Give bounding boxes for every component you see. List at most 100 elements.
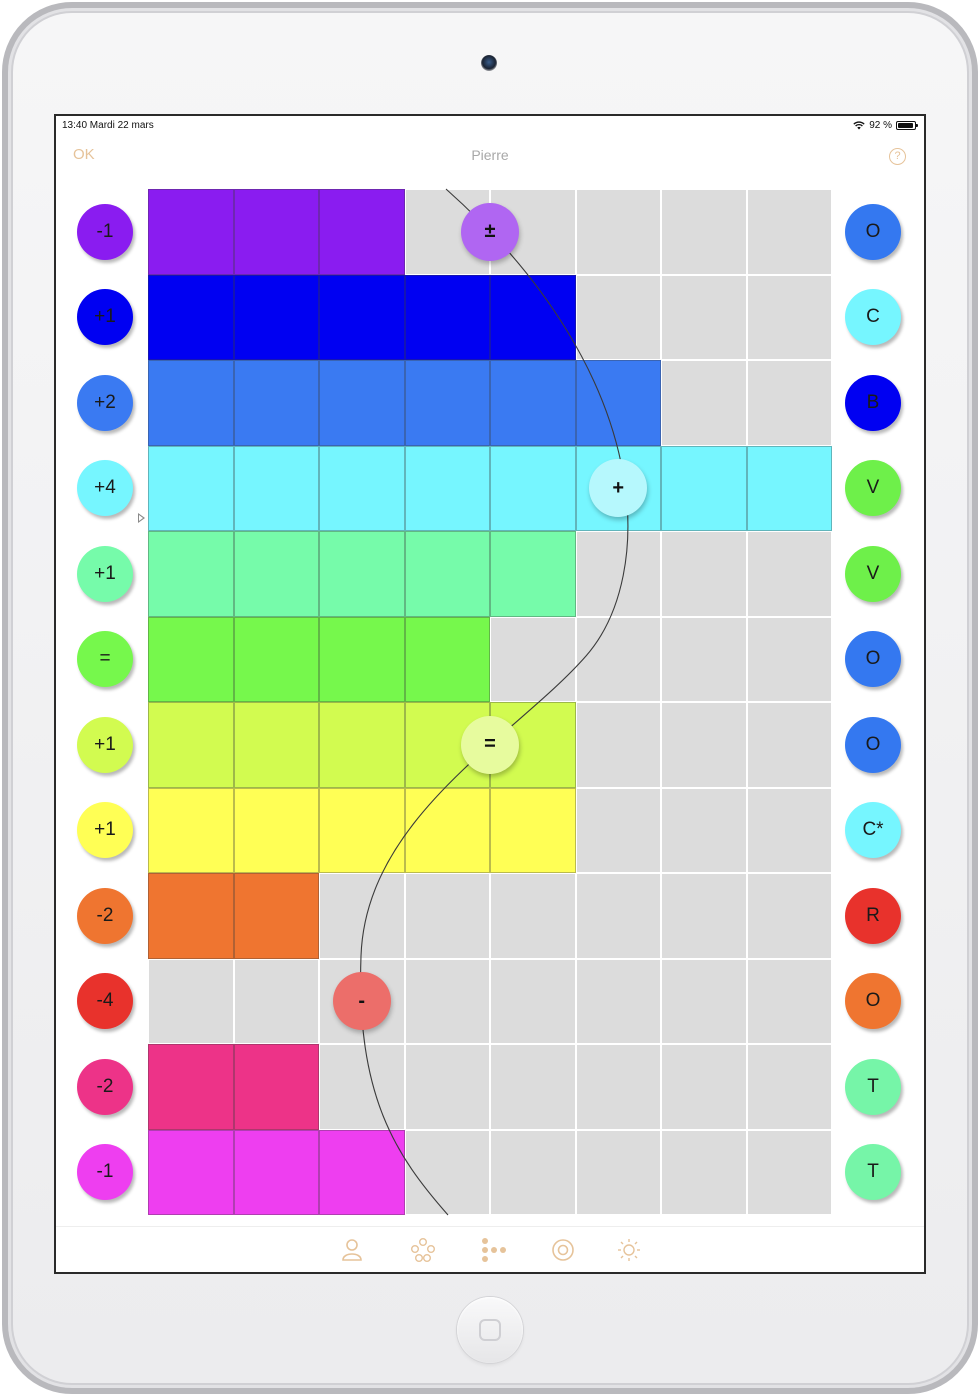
- grid-cell[interactable]: [661, 189, 747, 275]
- grid-cell[interactable]: [575, 702, 661, 788]
- grid-cell[interactable]: [575, 958, 661, 1044]
- grid-cell[interactable]: [575, 531, 661, 617]
- row-adjust-button[interactable]: -1: [77, 1144, 133, 1201]
- row-letter-button[interactable]: T: [845, 1058, 901, 1115]
- grid-cell[interactable]: [490, 274, 576, 360]
- grid-cell[interactable]: [490, 531, 576, 617]
- grid-cell[interactable]: [404, 445, 490, 531]
- row-adjust-button[interactable]: -2: [77, 1058, 133, 1115]
- grid-cell[interactable]: [490, 787, 576, 873]
- operator-marker[interactable]: =: [461, 715, 519, 774]
- grid-cell[interactable]: [746, 531, 832, 617]
- grid-cell[interactable]: [148, 274, 234, 360]
- grid-cell[interactable]: [575, 189, 661, 275]
- grid-cell[interactable]: [490, 1129, 576, 1215]
- grid-cell[interactable]: [319, 702, 405, 788]
- row-letter-button[interactable]: O: [845, 716, 901, 773]
- tab-sun-icon[interactable]: [616, 1237, 642, 1263]
- grid-cell[interactable]: [404, 787, 490, 873]
- grid-cell[interactable]: [490, 360, 576, 446]
- grid-cell[interactable]: [575, 873, 661, 959]
- grid-cell[interactable]: [746, 360, 832, 446]
- row-letter-button[interactable]: T: [845, 1144, 901, 1201]
- grid-cell[interactable]: [575, 1129, 661, 1215]
- grid-cell[interactable]: [661, 1044, 747, 1130]
- grid-cell[interactable]: [661, 702, 747, 788]
- grid-cell[interactable]: [319, 787, 405, 873]
- row-adjust-button[interactable]: -1: [77, 203, 133, 260]
- grid-cell[interactable]: [746, 958, 832, 1044]
- grid-cell[interactable]: [661, 445, 747, 531]
- tab-circles-icon[interactable]: [410, 1237, 436, 1263]
- grid-cell[interactable]: [746, 445, 832, 531]
- row-adjust-button[interactable]: +1: [77, 545, 133, 602]
- row-adjust-button[interactable]: -4: [77, 973, 133, 1030]
- operator-marker[interactable]: -: [332, 972, 391, 1031]
- row-adjust-button[interactable]: +1: [77, 802, 133, 859]
- grid-cell[interactable]: [148, 787, 234, 873]
- grid-cell[interactable]: [575, 616, 661, 702]
- row-letter-button[interactable]: V: [845, 545, 901, 602]
- grid-cell[interactable]: [148, 531, 234, 617]
- row-letter-button[interactable]: C: [845, 289, 901, 346]
- grid-cell[interactable]: [746, 787, 832, 873]
- grid-cell[interactable]: [661, 958, 747, 1044]
- grid-cell[interactable]: [148, 1129, 234, 1215]
- grid-cell[interactable]: [319, 360, 405, 446]
- row-adjust-button[interactable]: +2: [77, 374, 133, 431]
- grid-cell[interactable]: [233, 360, 319, 446]
- grid-cell[interactable]: [575, 274, 661, 360]
- help-icon[interactable]: ?: [889, 148, 906, 165]
- grid-cell[interactable]: [404, 873, 490, 959]
- grid-cell[interactable]: [148, 360, 234, 446]
- tab-target-icon[interactable]: [550, 1237, 576, 1263]
- row-adjust-button[interactable]: +1: [77, 289, 133, 346]
- grid-cell[interactable]: [233, 787, 319, 873]
- row-letter-button[interactable]: O: [845, 203, 901, 260]
- grid-cell[interactable]: [575, 787, 661, 873]
- operator-marker[interactable]: ±: [461, 202, 519, 261]
- row-letter-button[interactable]: R: [845, 887, 901, 944]
- grid-cell[interactable]: [661, 274, 747, 360]
- grid-cell[interactable]: [148, 189, 234, 275]
- grid-cell[interactable]: [148, 445, 234, 531]
- grid-cell[interactable]: [319, 189, 405, 275]
- grid-cell[interactable]: [661, 787, 747, 873]
- row-adjust-button[interactable]: -2: [77, 887, 133, 944]
- grid-cell[interactable]: [319, 445, 405, 531]
- grid-cell[interactable]: [404, 274, 490, 360]
- row-adjust-button[interactable]: =: [77, 631, 133, 688]
- grid-cell[interactable]: [404, 360, 490, 446]
- grid-cell[interactable]: [233, 616, 319, 702]
- grid-cell[interactable]: [319, 616, 405, 702]
- grid-cell[interactable]: [490, 616, 576, 702]
- row-adjust-button[interactable]: +1: [77, 716, 133, 773]
- grid-cell[interactable]: [746, 616, 832, 702]
- grid-cell[interactable]: [319, 1129, 405, 1215]
- grid-cell[interactable]: [661, 616, 747, 702]
- grid-cell[interactable]: [148, 873, 234, 959]
- row-letter-button[interactable]: O: [845, 631, 901, 688]
- row-letter-button[interactable]: B: [845, 374, 901, 431]
- grid-cell[interactable]: [746, 1129, 832, 1215]
- grid-cell[interactable]: [404, 958, 490, 1044]
- grid-cell[interactable]: [319, 1044, 405, 1130]
- grid-cell[interactable]: [319, 274, 405, 360]
- grid-cell[interactable]: [233, 873, 319, 959]
- grid-cell[interactable]: [233, 531, 319, 617]
- grid-cell[interactable]: [404, 1129, 490, 1215]
- home-button[interactable]: [457, 1297, 523, 1363]
- tab-dots-grid-icon[interactable]: [481, 1237, 507, 1263]
- grid-cell[interactable]: [233, 958, 319, 1044]
- grid-cell[interactable]: [148, 616, 234, 702]
- grid-cell[interactable]: [746, 873, 832, 959]
- grid-cell[interactable]: [490, 445, 576, 531]
- grid-cell[interactable]: [490, 958, 576, 1044]
- row-adjust-button[interactable]: +4: [77, 460, 133, 517]
- row-letter-button[interactable]: O: [845, 973, 901, 1030]
- grid-cell[interactable]: [404, 616, 490, 702]
- grid-cell[interactable]: [233, 445, 319, 531]
- grid-cell[interactable]: [319, 531, 405, 617]
- grid-cell[interactable]: [233, 274, 319, 360]
- tab-person-icon[interactable]: [339, 1237, 365, 1263]
